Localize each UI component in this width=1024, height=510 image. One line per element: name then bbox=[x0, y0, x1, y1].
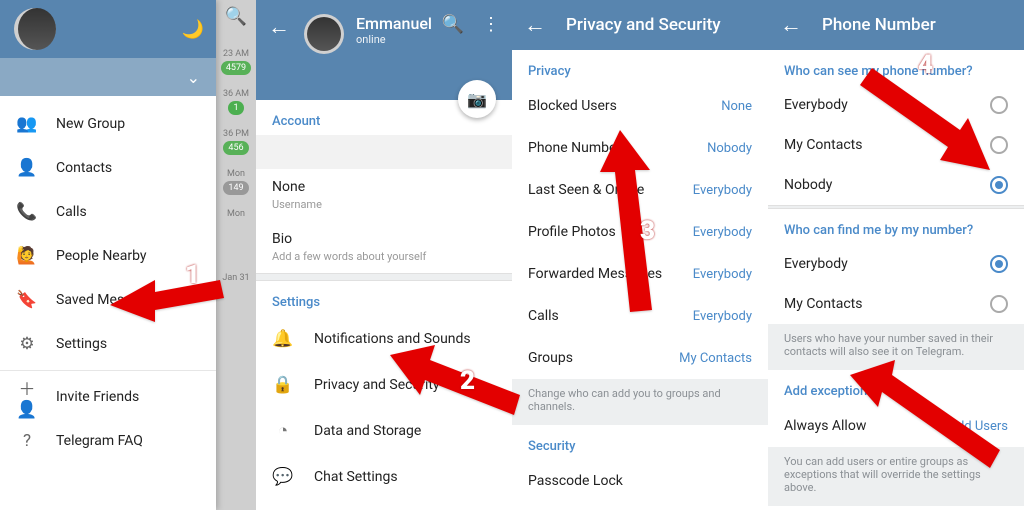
drawer-new-group[interactable]: 👥 New Group bbox=[0, 102, 216, 146]
row-key: Passcode Lock bbox=[528, 473, 623, 489]
settings-folders[interactable]: 📁Folders bbox=[256, 500, 512, 510]
drawer-label: Calls bbox=[56, 204, 87, 220]
opt-label: Everybody bbox=[784, 256, 848, 272]
chat-time: 36 PM bbox=[223, 129, 249, 139]
drawer-faq[interactable]: ? Telegram FAQ bbox=[0, 419, 216, 463]
chat-icon: 💬 bbox=[272, 467, 294, 487]
settings-chat[interactable]: 💬 Chat Settings bbox=[256, 454, 512, 500]
opt2-mycontacts[interactable]: My Contacts bbox=[768, 284, 1024, 324]
row-value: Everybody bbox=[693, 183, 752, 198]
username-caption: Username bbox=[272, 198, 496, 211]
profile-status: online bbox=[356, 33, 432, 46]
section-privacy: Privacy bbox=[512, 50, 768, 85]
moon-icon[interactable]: 🌙 bbox=[182, 19, 204, 40]
row-value: Nobody bbox=[707, 141, 752, 156]
drawer-label: Invite Friends bbox=[56, 389, 139, 405]
person-icon: 👤 bbox=[16, 158, 38, 178]
callout-number: 2 bbox=[460, 366, 475, 396]
opt2-everybody[interactable]: Everybody bbox=[768, 244, 1024, 284]
page-title: Phone Number bbox=[822, 15, 936, 35]
username-row[interactable]: None Username bbox=[256, 169, 512, 221]
camera-icon: 📷 bbox=[467, 90, 487, 109]
account-dropdown[interactable]: ⌄ bbox=[0, 58, 216, 96]
drawer-contacts[interactable]: 👤 Contacts bbox=[0, 146, 216, 190]
chat-badge: 456 bbox=[223, 141, 248, 155]
bio-value: Bio bbox=[272, 231, 496, 247]
data-icon: ◔ bbox=[272, 421, 294, 441]
security-passcode[interactable]: Passcode Lock bbox=[512, 460, 768, 502]
chat-badge: 4579 bbox=[221, 61, 251, 75]
help-icon: ? bbox=[16, 431, 38, 451]
drawer-calls[interactable]: 📞 Calls bbox=[0, 190, 216, 234]
search-icon[interactable]: 🔍 bbox=[442, 14, 464, 35]
callout-arrow-4: 4 bbox=[840, 50, 1010, 184]
avatar[interactable] bbox=[14, 8, 56, 50]
drawer-label: Contacts bbox=[56, 160, 112, 176]
chat-time: Mon bbox=[227, 209, 245, 219]
settings-header: ← Emmanuel online 🔍 ⋮ 📷 bbox=[256, 0, 512, 100]
chat-time: 23 AM bbox=[223, 49, 249, 59]
section-security: Security bbox=[512, 425, 768, 460]
phone-header: ← Phone Number bbox=[768, 0, 1024, 50]
back-icon[interactable]: ← bbox=[524, 12, 546, 38]
lock-icon: 🔒 bbox=[272, 375, 294, 395]
radio-icon bbox=[990, 295, 1008, 313]
opt-label: My Contacts bbox=[784, 296, 862, 312]
callout-arrow-1: 1 bbox=[100, 250, 230, 334]
avatar[interactable] bbox=[307, 17, 341, 51]
settings-label: Chat Settings bbox=[314, 469, 398, 485]
row-key: Calls bbox=[528, 308, 559, 324]
radio-icon bbox=[990, 255, 1008, 273]
group-icon: 👥 bbox=[16, 114, 38, 134]
callout-number: 4 bbox=[918, 50, 933, 80]
phone-row[interactable] bbox=[256, 135, 512, 169]
callout-arrow-3: 3 bbox=[580, 120, 680, 324]
bio-row[interactable]: Bio Add a few words about yourself bbox=[256, 221, 512, 273]
drawer-label: New Group bbox=[56, 116, 125, 132]
privacy-groups[interactable]: Groups My Contacts bbox=[512, 337, 768, 379]
row-value: Everybody bbox=[693, 225, 752, 240]
phone-icon: 📞 bbox=[16, 202, 38, 222]
drawer-invite-friends[interactable]: ＋👤 Invite Friends bbox=[0, 375, 216, 419]
row-value: My Contacts bbox=[679, 351, 752, 366]
row-value: None bbox=[721, 99, 752, 114]
privacy-note: Change who can add you to groups and cha… bbox=[512, 379, 768, 425]
section-settings: Settings bbox=[256, 281, 512, 316]
camera-button[interactable]: 📷 bbox=[458, 80, 496, 118]
back-icon[interactable]: ← bbox=[268, 14, 290, 40]
chat-time: 36 AM bbox=[223, 89, 249, 99]
search-icon[interactable]: 🔍 bbox=[218, 6, 254, 27]
drawer-header: 🌙 bbox=[0, 0, 216, 58]
q2-label: Who can find me by my number? bbox=[768, 209, 1024, 244]
page-title: Privacy and Security bbox=[566, 15, 721, 35]
row-value: Everybody bbox=[693, 309, 752, 324]
opt-label: Everybody bbox=[784, 97, 848, 113]
security-twostep[interactable]: Two-Step VerificationOff bbox=[512, 502, 768, 510]
privacy-header: ← Privacy and Security bbox=[512, 0, 768, 50]
chat-badge: 1 bbox=[228, 101, 243, 115]
row-key: Blocked Users bbox=[528, 98, 617, 114]
drawer-label: Telegram FAQ bbox=[56, 433, 143, 449]
callout-number: 1 bbox=[185, 260, 200, 290]
username-value: None bbox=[272, 179, 496, 195]
chevron-down-icon: ⌄ bbox=[187, 68, 200, 87]
row-value: Everybody bbox=[693, 267, 752, 282]
row-key: Groups bbox=[528, 350, 573, 366]
more-icon[interactable]: ⋮ bbox=[482, 14, 500, 35]
gear-icon: ⚙ bbox=[16, 334, 38, 354]
callout-arrow-2: 2 bbox=[380, 340, 530, 434]
callout-number: 3 bbox=[640, 216, 655, 246]
bio-caption: Add a few words about yourself bbox=[272, 250, 496, 263]
nearby-icon: 🙋 bbox=[16, 246, 38, 266]
chat-badge: 149 bbox=[223, 181, 248, 195]
profile-name: Emmanuel bbox=[356, 14, 432, 33]
chat-time: Mon bbox=[227, 169, 245, 179]
drawer-label: Settings bbox=[56, 336, 107, 352]
bell-icon: 🔔 bbox=[272, 329, 294, 349]
callout-arrow-5 bbox=[840, 360, 1010, 484]
invite-icon: ＋👤 bbox=[16, 375, 38, 420]
opt-label: Nobody bbox=[784, 177, 832, 193]
back-icon[interactable]: ← bbox=[780, 12, 802, 38]
bookmark-icon: 🔖 bbox=[16, 290, 38, 310]
